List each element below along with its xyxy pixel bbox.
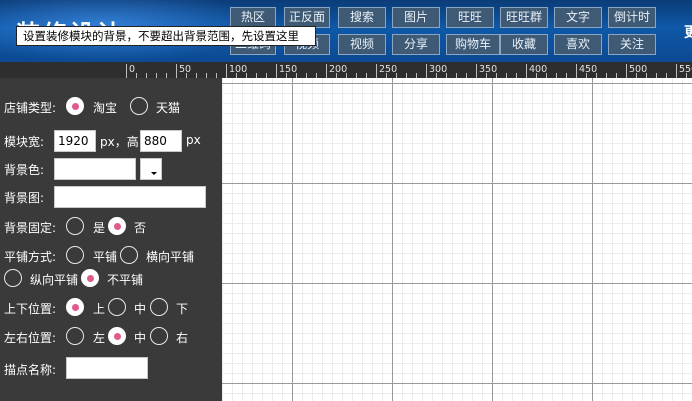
vpos-middle-radio[interactable]	[108, 298, 126, 316]
anchor-name-input[interactable]	[66, 357, 148, 379]
bg-color-input[interactable]	[54, 158, 136, 180]
ruler-tick	[626, 64, 627, 78]
shop-type-taobao-label: 淘宝	[93, 101, 118, 115]
module-height-input[interactable]: 880	[140, 130, 182, 152]
tool-like-button[interactable]: 喜欢	[554, 34, 602, 55]
tile-all-radio[interactable]	[66, 246, 84, 264]
module-width-label: 模块宽:	[4, 135, 45, 149]
background-settings-panel: 店铺类型: 淘宝 天猫 模块宽: 1920 px，高 880 px 背景色: 背…	[0, 78, 222, 401]
ruler-tick	[126, 64, 127, 78]
tile-none-label: 不平铺	[107, 273, 144, 287]
shop-type-tmall-label: 天猫	[156, 101, 181, 115]
ruler-label: 450	[579, 64, 598, 75]
tool-wangwang-button[interactable]: 旺旺	[446, 7, 494, 28]
hpos-left-radio[interactable]	[66, 327, 84, 345]
tile-none-radio[interactable]	[81, 269, 99, 287]
header-more-text[interactable]: 更	[684, 22, 692, 42]
ruler-tick	[576, 64, 577, 78]
bg-fixed-no-label: 否	[134, 221, 147, 235]
ruler-tick	[676, 64, 677, 78]
ruler-tick	[276, 64, 277, 78]
bg-fixed-yes-radio[interactable]	[66, 217, 84, 235]
tool-flip-button[interactable]: 正反面	[284, 7, 330, 28]
hpos-right-label: 右	[176, 331, 189, 345]
horizontal-position-label: 左右位置:	[4, 331, 57, 345]
bg-fixed-yes-label: 是	[93, 221, 106, 235]
tool-search-button[interactable]: 搜索	[338, 7, 386, 28]
bg-image-label: 背景图:	[4, 191, 45, 205]
width-unit-label: px，高	[100, 135, 139, 149]
vpos-bottom-radio[interactable]	[150, 298, 168, 316]
ruler-label: 200	[329, 64, 348, 75]
ruler-label: 500	[629, 64, 648, 75]
ruler-label: 350	[479, 64, 498, 75]
vpos-top-radio[interactable]	[66, 298, 84, 316]
tool-cart-button[interactable]: 购物车	[446, 34, 500, 55]
hpos-right-radio[interactable]	[150, 327, 168, 345]
tile-all-label: 平铺	[93, 250, 118, 264]
ruler-label: 50	[179, 64, 192, 75]
ruler-tick	[376, 64, 377, 78]
ruler-label: 0	[129, 64, 136, 75]
anchor-name-label: 描点名称:	[4, 363, 57, 377]
ruler-tick	[326, 64, 327, 78]
bg-image-input[interactable]	[54, 186, 206, 208]
hint-tooltip: 设置装修模块的背景，不要超出背景范围，先设置这里	[16, 26, 316, 46]
tool-wangwang-group-button[interactable]: 旺旺群	[500, 7, 548, 28]
vpos-top-label: 上	[93, 302, 106, 316]
tile-horizontal-label: 横向平铺	[146, 250, 195, 264]
tile-vertical-radio[interactable]	[4, 269, 22, 287]
ruler-label: 400	[529, 64, 548, 75]
ruler-tick	[176, 64, 177, 78]
shop-type-tmall-radio[interactable]	[130, 97, 148, 115]
bg-fixed-no-radio[interactable]	[108, 217, 126, 235]
ruler-tick	[476, 64, 477, 78]
ruler-label: 300	[429, 64, 448, 75]
bg-color-picker-dropdown[interactable]	[140, 158, 162, 180]
ruler-tick	[226, 64, 227, 78]
ruler-label: 100	[229, 64, 248, 75]
tool-video2-button[interactable]: 视频	[338, 34, 386, 55]
tile-horizontal-radio[interactable]	[120, 246, 138, 264]
tool-image-button[interactable]: 图片	[392, 7, 440, 28]
shop-type-taobao-radio[interactable]	[66, 97, 84, 115]
vertical-position-label: 上下位置:	[4, 302, 57, 316]
ruler-label: 250	[379, 64, 398, 75]
shop-type-label: 店铺类型:	[4, 101, 57, 115]
ruler-label: 150	[279, 64, 298, 75]
tool-countdown-button[interactable]: 倒计时	[608, 7, 656, 28]
hpos-center-radio[interactable]	[108, 327, 126, 345]
hpos-center-label: 中	[134, 331, 147, 345]
tool-hotspot-button[interactable]: 热区	[230, 7, 276, 28]
vpos-middle-label: 中	[134, 302, 147, 316]
height-unit-label: px	[186, 133, 201, 147]
tool-follow-button[interactable]: 关注	[608, 34, 656, 55]
ruler-tick	[426, 64, 427, 78]
tile-mode-label: 平铺方式:	[4, 250, 57, 264]
ruler-tick	[526, 64, 527, 78]
design-canvas-grid[interactable]	[222, 78, 692, 401]
tool-text-button[interactable]: 文字	[554, 7, 602, 28]
hpos-left-label: 左	[93, 331, 106, 345]
ruler-label: 550	[679, 64, 692, 75]
bg-fixed-label: 背景固定:	[4, 221, 57, 235]
tile-vertical-label: 纵向平铺	[30, 273, 79, 287]
tool-favorite-button[interactable]: 收藏	[500, 34, 548, 55]
horizontal-ruler: 0 50 100 150 200 250 300 350 400 450 500 550	[0, 62, 692, 78]
vpos-bottom-label: 下	[176, 302, 189, 316]
module-width-input[interactable]: 1920	[54, 130, 96, 152]
tool-share-button[interactable]: 分享	[392, 34, 440, 55]
bg-color-label: 背景色:	[4, 163, 45, 177]
